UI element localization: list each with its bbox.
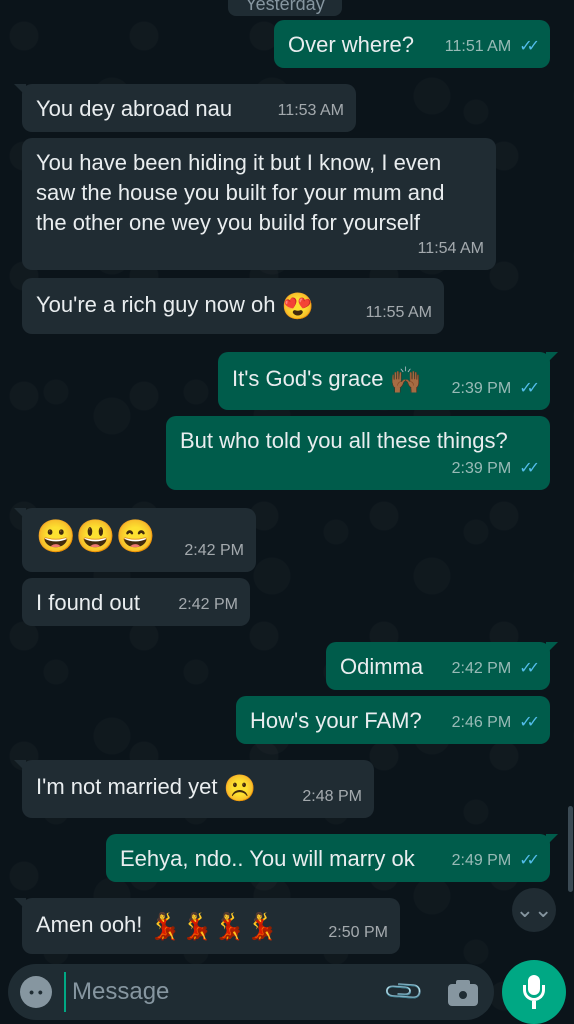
message-incoming[interactable]: Amen ooh! 💃💃💃💃 2:50 PM: [14, 898, 400, 954]
double-chevron-down-icon: ⌄⌄: [515, 897, 553, 922]
message-incoming[interactable]: You have been hiding it but I know, I ev…: [22, 138, 496, 270]
heart-eyes-emoji: 😍: [281, 291, 314, 322]
message-incoming[interactable]: I found out 2:42 PM: [22, 578, 250, 626]
message-time: 2:48 PM: [302, 788, 362, 805]
message-time: 11:55 AM: [365, 304, 432, 321]
raised-hands-emoji: 🙌🏾: [389, 365, 422, 396]
message-outgoing[interactable]: How's your FAM? 2:46 PM ✓✓: [236, 696, 550, 744]
message-time: 2:49 PM: [451, 852, 512, 869]
message-text: I'm not married yet: [36, 774, 218, 799]
message-text: Over where?: [288, 32, 414, 57]
date-chip: Yesterday: [228, 0, 342, 16]
message-incoming[interactable]: You're a rich guy now oh 😍 11:55 AM: [22, 278, 444, 334]
mic-icon: [523, 975, 545, 1009]
message-time: 2:46 PM: [451, 714, 512, 731]
message-input[interactable]: [64, 972, 364, 1012]
message-time: 2:39 PM: [451, 460, 512, 477]
message-time: 11:53 AM: [277, 102, 344, 119]
message-time: 2:39 PM: [451, 380, 512, 397]
read-ticks-icon: ✓✓: [519, 460, 540, 477]
message-text: Odimma: [340, 654, 424, 679]
read-ticks-icon: ✓✓: [519, 714, 540, 731]
scroll-to-bottom-button[interactable]: ⌄⌄: [512, 888, 556, 932]
message-text: How's your FAM?: [250, 708, 422, 733]
frowning-emoji: ☹️: [223, 773, 256, 804]
message-text: But who told you all these things?: [180, 428, 508, 453]
read-ticks-icon: ✓✓: [519, 38, 540, 55]
message-composer: • • 📎: [8, 964, 494, 1020]
message-text: I found out: [36, 590, 140, 615]
message-text: You dey abroad nau: [36, 96, 233, 121]
message-incoming[interactable]: 😀😃😄 2:42 PM: [14, 508, 256, 572]
read-ticks-icon: ✓✓: [519, 660, 540, 677]
grinning-emojis: 😀😃😄: [36, 518, 156, 555]
scrollbar[interactable]: [568, 806, 573, 892]
message-text: You have been hiding it but I know, I ev…: [36, 150, 445, 235]
message-text: It's God's grace: [232, 366, 384, 391]
message-text: Eehya, ndo.. You will marry ok: [120, 846, 415, 871]
mic-button[interactable]: [502, 960, 566, 1024]
paperclip-icon[interactable]: 📎: [381, 969, 429, 1017]
message-outgoing[interactable]: Eehya, ndo.. You will marry ok 2:49 PM ✓✓: [106, 834, 558, 882]
chat-area: Yesterday Over where? 11:51 AM ✓✓ You dey…: [0, 0, 574, 960]
message-time: 11:54 AM: [417, 240, 484, 257]
message-time: 11:51 AM: [444, 38, 512, 55]
message-time: 2:50 PM: [328, 924, 388, 941]
message-outgoing[interactable]: Odimma 2:42 PM ✓✓: [326, 642, 558, 690]
emoji-icon[interactable]: • •: [20, 976, 52, 1008]
message-time: 2:42 PM: [184, 542, 244, 559]
message-outgoing[interactable]: It's God's grace 🙌🏾 2:39 PM ✓✓: [218, 352, 558, 410]
message-time: 2:42 PM: [178, 596, 238, 613]
read-ticks-icon: ✓✓: [519, 380, 540, 397]
message-time: 2:42 PM: [451, 660, 512, 677]
message-outgoing[interactable]: But who told you all these things? 2:39 …: [166, 416, 550, 490]
message-outgoing[interactable]: Over where? 11:51 AM ✓✓: [274, 20, 550, 68]
message-incoming[interactable]: You dey abroad nau 11:53 AM: [14, 84, 356, 132]
message-incoming[interactable]: I'm not married yet ☹️ 2:48 PM: [14, 760, 374, 818]
read-ticks-icon: ✓✓: [519, 852, 540, 869]
message-text: You're a rich guy now oh: [36, 292, 276, 317]
message-text: Amen ooh!: [36, 912, 143, 937]
camera-icon[interactable]: [446, 978, 480, 1006]
dancer-emojis: 💃💃💃💃: [148, 911, 279, 942]
